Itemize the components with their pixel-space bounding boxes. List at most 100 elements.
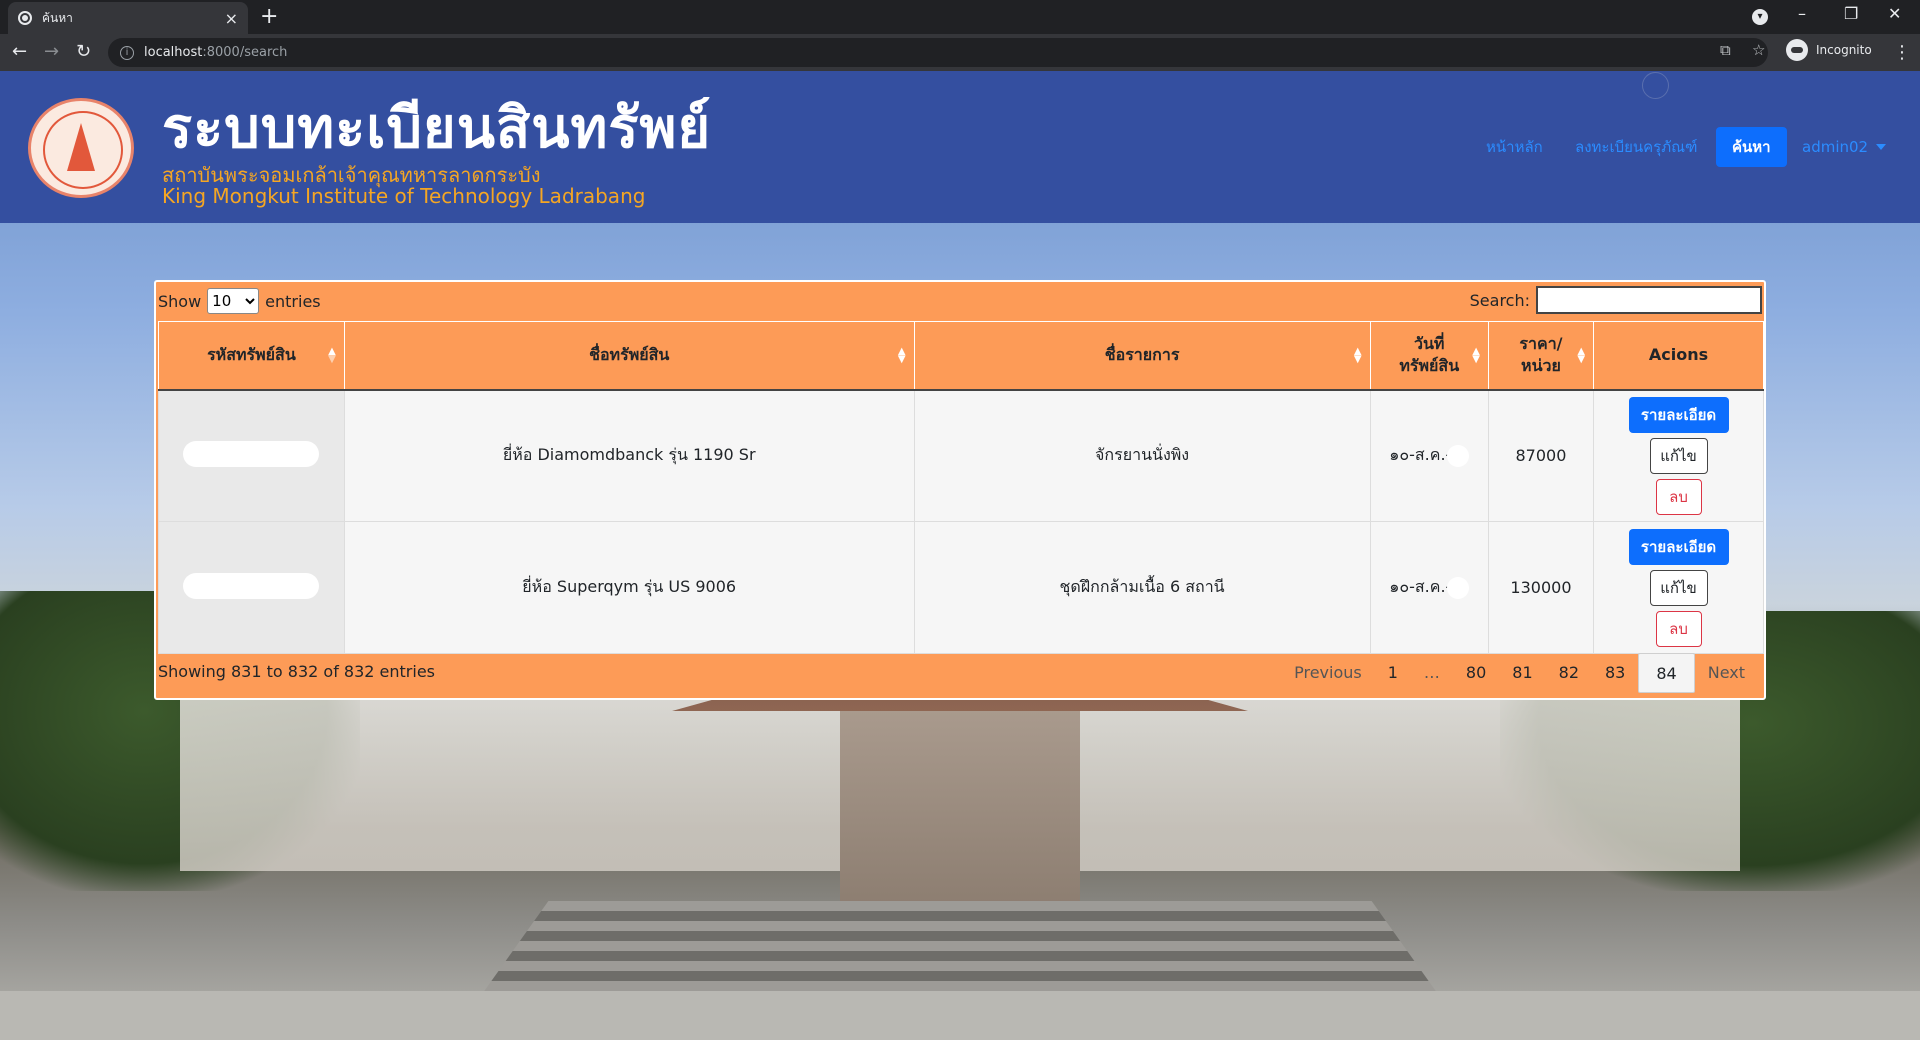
cell-date: ๑๐-ส.ค.- [1369,389,1489,522]
star-icon[interactable]: ☆ [1752,41,1765,59]
pagination-current-page[interactable]: 84 [1638,653,1695,693]
pagination-previous[interactable]: Previous [1281,653,1375,693]
nav-home-label[interactable]: หน้าหลัก [1486,135,1543,159]
pagination-next[interactable]: Next [1695,653,1758,693]
cell-asset-code [158,389,345,522]
table-header-row: รหัสทรัพย์สิน ▲ ▼ ชื่อทรัพย์สิน ▲ ▼ ชื่อรายก… [158,321,1764,391]
redacted-asset-code [183,440,320,467]
tab-search-icon[interactable]: ▾ [1752,9,1768,25]
search-input[interactable] [1536,286,1762,314]
browser-tab[interactable]: ค้นหา × [8,2,248,34]
back-icon[interactable]: ← [12,41,27,63]
pagination-page[interactable]: 82 [1546,653,1592,693]
detail-button[interactable]: รายละเอียด [1628,396,1729,433]
cursor-ring [1642,72,1669,99]
delete-button[interactable]: ลบ [1655,610,1702,647]
column-label: ชื่อทรัพย์สิน [589,345,670,365]
page-length-control: Show 10 entries [158,288,321,314]
site-subtitle-english: King Mongkut Institute of Technology Lad… [162,184,646,208]
nav-register-label[interactable]: ลงทะเบียนครุภัณฑ์ [1575,135,1698,159]
column-header-asset-code[interactable]: รหัสทรัพย์สิน ▲ ▼ [158,321,345,391]
column-header-actions: Acions [1593,321,1764,391]
institute-logo [28,98,134,198]
column-label: Acions [1648,345,1709,365]
redacted-year [1447,444,1470,467]
edit-button[interactable]: แก้ไข [1649,437,1708,474]
cell-item-name: จักรยานนั่งพิง [913,389,1371,522]
column-label: วันที่ ทรัพย์สิน [1399,334,1460,376]
data-table-panel: Show 10 entries Search: รหัสทรัพย์สิน ▲ ▼ … [154,280,1766,700]
caret-down-icon [1876,144,1887,150]
column-label: รหัสทรัพย์สิน [207,345,296,365]
nav-search[interactable]: ค้นหา [1716,127,1787,167]
pagination-ellipsis: … [1423,663,1440,682]
column-header-item-name[interactable]: ชื่อรายการ ▲ ▼ [913,321,1371,391]
redacted-year [1447,576,1470,599]
nav-search-label[interactable]: ค้นหา [1716,127,1787,167]
close-window-icon[interactable]: ✕ [1888,4,1901,23]
cell-price: 87000 [1487,389,1595,522]
site-header: ระบบทะเบียนสินทรัพย์ สถาบันพระจอมเกล้าเจ… [0,71,1920,223]
table-search: Search: [1470,286,1762,314]
sort-icon: ▲ ▼ [1577,346,1586,365]
incognito-badge[interactable]: Incognito [1786,39,1872,61]
sort-icon: ▲ ▼ [897,346,906,365]
column-label: ราคา/ หน่วย [1519,334,1563,376]
cell-date: ๑๐-ส.ค.- [1369,521,1489,654]
cell-asset-name: ยี่ห้อ Superqym รุ่น US 9006 [343,521,915,654]
address-bar[interactable]: i localhost:8000/search [108,38,1768,67]
sort-asc-icon: ▲ ▼ [328,346,336,365]
date-text: ๑๐-ส.ค.- [1389,445,1452,465]
menu-icon[interactable]: ⋮ [1893,42,1911,63]
nav-home[interactable]: หน้าหลัก [1486,127,1543,167]
table-row: ยี่ห้อ Diamomdbanck รุ่น 1190 Sr จักรยาน… [158,389,1764,522]
column-label: ชื่อรายการ [1104,345,1180,365]
info-icon[interactable]: i [120,45,134,60]
delete-button[interactable]: ลบ [1655,478,1702,515]
pagination-page[interactable]: 80 [1453,653,1499,693]
cell-actions: รายละเอียด แก้ไข ลบ [1593,389,1764,522]
entries-label: entries [265,291,321,311]
translate-icon[interactable]: ⧉ [1720,41,1731,59]
url-host: localhost [144,45,203,60]
url-path: :8000/search [202,45,288,60]
sort-icon: ▲ ▼ [1472,346,1480,365]
column-header-asset-name[interactable]: ชื่อทรัพย์สิน ▲ ▼ [343,321,915,391]
pagination-page[interactable]: 81 [1499,653,1545,693]
browser-tabbar: ค้นหา × + ▾ – ❐ ✕ [0,0,1920,34]
cell-asset-name: ยี่ห้อ Diamomdbanck รุ่น 1190 Sr [343,389,915,522]
cell-item-name: ชุดฝึกกล้ามเนื้อ 6 สถานี [913,521,1371,654]
table-info: Showing 831 to 832 of 832 entries [158,662,435,681]
tab-title: ค้นหา [42,10,73,25]
pagination: Previous 1 … 80 81 82 83 84 Next [1281,653,1758,693]
pagination-page[interactable]: 1 [1375,653,1411,693]
user-dropdown[interactable]: admin02 [1802,127,1887,167]
detail-button[interactable]: รายละเอียด [1628,528,1729,565]
forward-icon[interactable]: → [44,41,59,63]
date-text: ๑๐-ส.ค.- [1389,577,1452,596]
column-header-price[interactable]: ราคา/ หน่วย ▲ ▼ [1487,321,1595,391]
restore-icon[interactable]: ❐ [1844,4,1858,23]
tab-close-icon[interactable]: × [225,9,238,28]
reload-icon[interactable]: ↻ [76,41,91,63]
user-name[interactable]: admin02 [1802,138,1868,156]
minimize-icon[interactable]: – [1798,4,1806,23]
cell-price: 130000 [1487,521,1595,654]
browser-toolbar: ← → ↻ i localhost:8000/search ⧉ ☆ Incogn… [0,34,1920,71]
sort-icon: ▲ ▼ [1353,346,1362,365]
url-text[interactable]: localhost:8000/search [144,45,287,60]
page-length-select[interactable]: 10 [207,288,260,314]
redacted-asset-code [183,572,320,599]
column-header-date[interactable]: วันที่ ทรัพย์สิน ▲ ▼ [1369,321,1489,391]
pagination-page[interactable]: 83 [1592,653,1638,693]
new-tab-button[interactable]: + [260,4,278,29]
cell-actions: รายละเอียด แก้ไข ลบ [1593,521,1764,654]
edit-button[interactable]: แก้ไข [1649,569,1708,606]
assets-table: รหัสทรัพย์สิน ▲ ▼ ชื่อทรัพย์สิน ▲ ▼ ชื่อรายก… [158,321,1764,654]
nav-register[interactable]: ลงทะเบียนครุภัณฑ์ [1575,127,1698,167]
search-label: Search: [1469,290,1530,310]
profile-label: Incognito [1816,43,1872,57]
globe-icon [18,11,32,25]
table-row: ยี่ห้อ Superqym รุ่น US 9006 ชุดฝึกกล้าม… [158,521,1764,654]
page: ระบบทะเบียนสินทรัพย์ สถาบันพระจอมเกล้าเจ… [0,71,1920,1040]
